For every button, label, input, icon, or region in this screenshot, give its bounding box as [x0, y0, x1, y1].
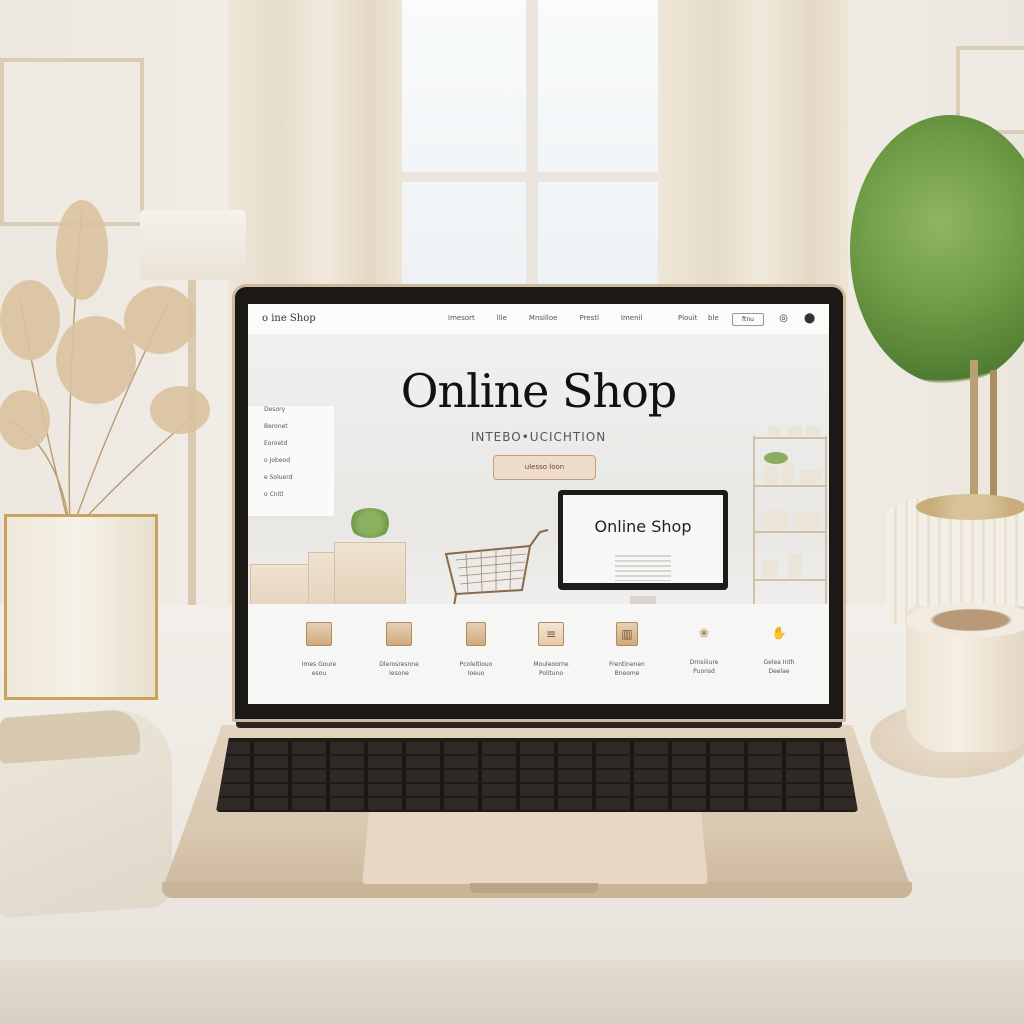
sidebar-item[interactable]: o Jobeod: [264, 457, 290, 464]
category-label: Pcoleltiouo Ioeuo: [459, 661, 493, 677]
category-item[interactable]: Dlerosresnne Iesone: [364, 622, 434, 678]
frame-icon: [386, 622, 412, 646]
laptop-notch: [470, 883, 598, 893]
window: [402, 0, 660, 285]
nav-links: Imesort llle Mnsilloe Prestl Imenil: [448, 314, 642, 322]
package-icon: [466, 622, 486, 646]
small-plant: [348, 508, 392, 538]
category-label: Dlerosresnne Iesone: [379, 661, 419, 677]
category-label: Frentinenen Bneome: [609, 661, 645, 677]
hand-icon: ✋: [771, 626, 787, 640]
bag-icon: ❀: [698, 626, 710, 640]
dried-flowers: [0, 200, 210, 531]
box-icon: [306, 622, 332, 646]
category-label: Drnsiiiure Puonsd: [689, 659, 719, 675]
monitor: Online Shop: [558, 490, 728, 590]
nav-link-right-2[interactable]: ble: [708, 314, 719, 322]
monitor-text-lines: [615, 555, 671, 581]
nav-link[interactable]: Prestl: [579, 314, 598, 322]
coffee-surface: [906, 602, 1024, 638]
sidebar-item[interactable]: e Soluerd: [264, 474, 292, 481]
sidebar-item[interactable]: o Cnitl: [264, 491, 283, 498]
category-item[interactable]: Pcoleltiouo Ioeuo: [441, 622, 511, 678]
monitor-title: Online Shop: [594, 517, 692, 536]
hero-title: Online Shop: [400, 364, 678, 418]
laptop-screen: o ine Shop Imesort llle Mnsilloe Prestl …: [248, 304, 829, 704]
pot-pebbles: [916, 494, 1024, 520]
gift-icon: ▥: [616, 622, 638, 646]
nav-link[interactable]: Imenil: [621, 314, 643, 322]
vase: [4, 514, 158, 700]
laptop-keyboard[interactable]: [216, 738, 858, 812]
tree-trunk-2: [990, 370, 997, 505]
nav-link-right[interactable]: Piouit: [678, 314, 697, 322]
nav-link[interactable]: Imesort: [448, 314, 475, 322]
category-item[interactable]: Imes Goure esou: [284, 622, 354, 678]
document-icon: ≡: [538, 622, 564, 646]
category-label: Gelea Inth Deelae: [763, 659, 795, 675]
laptop-trackpad[interactable]: [362, 812, 708, 884]
hero-cta-button[interactable]: ulesso loon: [493, 455, 596, 480]
folded-towel: [0, 705, 172, 919]
sidebar-item[interactable]: Beronet: [264, 423, 288, 430]
hero-subtitle: INTEBO•UCICHTION: [470, 430, 607, 444]
category-label: Mouleoorne Polituno: [533, 661, 569, 677]
category-item[interactable]: ❀ Drnsiiiure Puonsd: [669, 622, 739, 676]
display-shelf: [753, 426, 827, 622]
desk-edge: [0, 960, 1024, 1024]
category-label: Imes Goure esou: [301, 661, 337, 677]
nav-link[interactable]: Mnsilloe: [529, 314, 558, 322]
cart-icon[interactable]: ⬤: [804, 313, 815, 324]
tree-trunk: [970, 360, 978, 505]
hero-section: Desory Beronet Eoroetd o Jobeod e Soluer…: [248, 334, 829, 632]
category-item[interactable]: ▥ Frentinenen Bneome: [592, 622, 662, 678]
category-row: Imes Goure esou Dlerosresnne Iesone Pcol…: [248, 604, 829, 704]
sidebar: Desory Beronet Eoroetd o Jobeod e Soluer…: [248, 406, 334, 516]
search-button[interactable]: ftnu: [732, 313, 764, 326]
nav-link[interactable]: llle: [497, 314, 507, 322]
brand-logo[interactable]: o ine Shop: [262, 313, 316, 324]
category-item[interactable]: ✋ Gelea Inth Deelae: [744, 622, 814, 676]
category-item[interactable]: ≡ Mouleoorne Polituno: [516, 622, 586, 678]
account-icon[interactable]: ◎: [778, 313, 789, 324]
top-nav: o ine Shop Imesort llle Mnsilloe Prestl …: [248, 304, 829, 335]
